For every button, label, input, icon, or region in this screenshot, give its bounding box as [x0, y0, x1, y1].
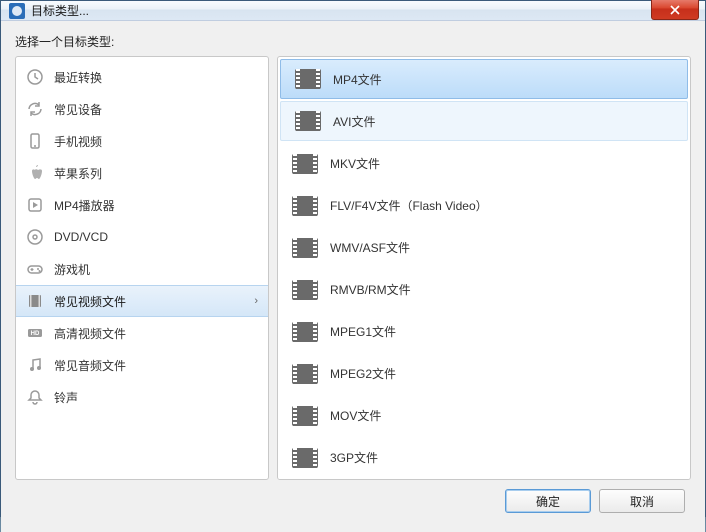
panels: 最近转换常见设备手机视频苹果系列 MP4播放器 DVD/VCD 游戏机常见视频文件 › H… [15, 56, 691, 480]
dialog-window: 目标类型... 选择一个目标类型: 最近转换常见设备手机视频苹果系列 MP4播放器… [0, 0, 706, 517]
bell-icon [26, 388, 44, 406]
category-list[interactable]: 最近转换常见设备手机视频苹果系列 MP4播放器 DVD/VCD 游戏机常见视频文件 › H… [15, 56, 269, 480]
category-item[interactable]: HD 高清视频文件 [16, 317, 268, 349]
film-icon [26, 292, 44, 310]
format-item[interactable]: AVI文件 [280, 101, 688, 141]
category-label: DVD/VCD [54, 230, 108, 244]
film-icon [292, 280, 318, 300]
category-item[interactable]: 常见设备 [16, 93, 268, 125]
film-icon [292, 238, 318, 258]
film-icon [292, 448, 318, 468]
gamepad-icon [26, 260, 44, 278]
category-item[interactable]: DVD/VCD [16, 221, 268, 253]
format-item[interactable]: RMVB/RM文件 [278, 269, 690, 311]
category-item[interactable]: 手机视频 [16, 125, 268, 157]
category-item[interactable]: 最近转换 [16, 61, 268, 93]
category-label: 常见设备 [54, 101, 102, 118]
film-icon [295, 111, 321, 131]
category-item[interactable]: 常见视频文件 › [16, 285, 268, 317]
film-icon [295, 69, 321, 89]
format-label: MPEG2文件 [330, 365, 396, 382]
cancel-button[interactable]: 取消 [599, 489, 685, 513]
format-label: RMVB/RM文件 [330, 281, 411, 298]
format-item[interactable]: FLV/F4V文件（Flash Video） [278, 185, 690, 227]
titlebar[interactable]: 目标类型... [1, 1, 705, 21]
format-label: FLV/F4V文件（Flash Video） [330, 197, 488, 214]
format-item[interactable]: MP4文件 [280, 59, 688, 99]
format-label: MKV文件 [330, 155, 380, 172]
ok-button[interactable]: 确定 [505, 489, 591, 513]
category-item[interactable]: 常见音频文件 [16, 349, 268, 381]
format-item[interactable]: MPEG1文件 [278, 311, 690, 353]
category-label: 高清视频文件 [54, 325, 126, 342]
format-label: AVI文件 [333, 113, 375, 130]
dialog-footer: 确定 取消 [15, 480, 691, 522]
format-label: 3GP文件 [330, 449, 378, 466]
film-icon [292, 154, 318, 174]
category-label: 游戏机 [54, 261, 90, 278]
category-label: MP4播放器 [54, 197, 115, 214]
category-item[interactable]: 苹果系列 [16, 157, 268, 189]
clock-icon [26, 68, 44, 86]
category-label: 铃声 [54, 389, 78, 406]
film-icon [292, 364, 318, 384]
close-button[interactable] [651, 0, 699, 20]
category-label: 常见视频文件 [54, 293, 126, 310]
chevron-right-icon: › [254, 295, 258, 307]
format-label: MP4文件 [333, 71, 382, 88]
format-label: WMV/ASF文件 [330, 239, 410, 256]
format-item[interactable]: MOV文件 [278, 395, 690, 437]
dialog-content: 选择一个目标类型: 最近转换常见设备手机视频苹果系列 MP4播放器 DVD/VCD 游… [1, 21, 705, 532]
format-item[interactable]: 3GP文件 [278, 437, 690, 479]
phone-icon [26, 132, 44, 150]
format-item[interactable]: WMV/ASF文件 [278, 227, 690, 269]
format-list[interactable]: MP4文件 AVI文件 MKV文件 FLV/F4V文件（Flash Video） WMV… [278, 57, 690, 479]
format-panel: MP4文件 AVI文件 MKV文件 FLV/F4V文件（Flash Video） WMV… [277, 56, 691, 480]
category-item[interactable]: 铃声 [16, 381, 268, 413]
category-item[interactable]: 游戏机 [16, 253, 268, 285]
film-icon [292, 322, 318, 342]
music-icon [26, 356, 44, 374]
category-label: 最近转换 [54, 69, 102, 86]
film-icon [292, 196, 318, 216]
svg-text:HD: HD [31, 331, 40, 337]
app-icon [9, 3, 25, 19]
film-icon [292, 406, 318, 426]
category-item[interactable]: MP4播放器 [16, 189, 268, 221]
player-icon [26, 196, 44, 214]
prompt-label: 选择一个目标类型: [15, 33, 691, 50]
category-label: 苹果系列 [54, 165, 102, 182]
format-label: MOV文件 [330, 407, 381, 424]
apple-icon [26, 164, 44, 182]
format-label: MPEG1文件 [330, 323, 396, 340]
format-item[interactable]: MPEG2文件 [278, 353, 690, 395]
window-title: 目标类型... [31, 2, 89, 19]
disc-icon [26, 228, 44, 246]
category-label: 手机视频 [54, 133, 102, 150]
hd-icon: HD [26, 324, 44, 342]
category-label: 常见音频文件 [54, 357, 126, 374]
refresh-icon [26, 100, 44, 118]
format-item[interactable]: MKV文件 [278, 143, 690, 185]
